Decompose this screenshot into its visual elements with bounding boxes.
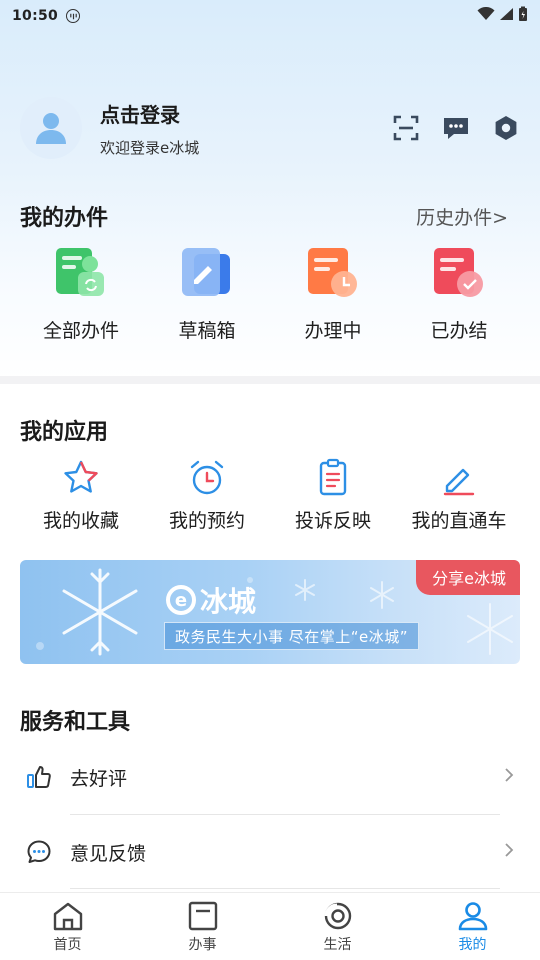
- nav-label: 我的: [458, 937, 487, 953]
- list-divider: [70, 888, 500, 889]
- favorites-button[interactable]: 我的收藏: [18, 458, 144, 533]
- login-prompt[interactable]: 点击登录 欢迎登录e冰城: [100, 99, 199, 158]
- in-progress-icon: [308, 248, 357, 297]
- battery-icon: [518, 6, 528, 26]
- completed-button[interactable]: 已办结: [396, 246, 522, 343]
- banner-brand-e: e: [166, 585, 196, 615]
- chevron-right-icon: [504, 842, 514, 863]
- status-bar: 10:50: [0, 0, 540, 32]
- grid-item-label: 全部办件: [42, 320, 119, 342]
- wifi-icon: [477, 6, 495, 25]
- login-subtitle: 欢迎登录e冰城: [100, 138, 200, 157]
- chevron-right-icon: [504, 767, 514, 788]
- my-cases-grid: 全部办件 草稿箱 办理中 已办结: [0, 246, 540, 343]
- life-icon: [324, 902, 351, 930]
- section-divider: [0, 376, 540, 384]
- profile-header: 点击登录 欢迎登录e冰城: [20, 96, 520, 160]
- rate-us-label: 去好评: [70, 767, 128, 790]
- nav-label: 办事: [188, 937, 217, 953]
- promo-banner[interactable]: e 冰城 政务民生大小事 尽在掌上“e冰城” 分享e冰城: [20, 560, 520, 664]
- in-progress-button[interactable]: 办理中: [270, 246, 396, 343]
- feedback-row[interactable]: 意见反馈: [0, 815, 540, 889]
- nav-home[interactable]: 首页: [0, 893, 135, 960]
- my-cases-title: 我的办件: [20, 206, 109, 231]
- login-title[interactable]: 点击登录: [100, 99, 199, 128]
- my-apps-grid: 我的收藏 我的预约 投诉反映 我的直通车: [0, 458, 540, 533]
- user-avatar-icon: [36, 113, 66, 144]
- nav-label: 生活: [323, 937, 352, 953]
- drafts-button[interactable]: 草稿箱: [144, 246, 270, 343]
- nav-label: 首页: [53, 937, 82, 953]
- nav-mine[interactable]: 我的: [405, 893, 540, 960]
- banner-slogan: 政务民生大小事 尽在掌上“e冰城”: [164, 622, 420, 650]
- notification-icon: [66, 9, 81, 23]
- banner-brand: e 冰城: [166, 580, 256, 620]
- star-icon: [64, 460, 98, 493]
- user-icon: [458, 902, 487, 931]
- status-time: 10:50: [12, 8, 59, 24]
- rate-us-row[interactable]: 去好评: [0, 740, 540, 814]
- nav-services[interactable]: 办事: [135, 893, 270, 960]
- message-icon[interactable]: [442, 114, 470, 142]
- grid-item-label: 投诉反映: [294, 510, 371, 532]
- thumbs-up-icon: [26, 764, 52, 790]
- all-cases-icon: [56, 248, 104, 296]
- nav-life[interactable]: 生活: [270, 893, 405, 960]
- appointments-button[interactable]: 我的预约: [144, 458, 270, 533]
- my-apps-title: 我的应用: [20, 420, 109, 445]
- edit-icon: [443, 468, 475, 496]
- scan-icon[interactable]: [392, 114, 420, 142]
- grid-item-label: 我的收藏: [42, 510, 119, 532]
- signal-icon: [499, 7, 514, 25]
- complaints-button[interactable]: 投诉反映: [270, 458, 396, 533]
- grid-item-label: 我的直通车: [411, 510, 507, 532]
- avatar[interactable]: [20, 97, 82, 159]
- chat-bubble-icon: [26, 839, 52, 865]
- grid-item-label: 我的预约: [168, 510, 245, 532]
- feedback-label: 意见反馈: [70, 842, 147, 865]
- all-cases-button[interactable]: 全部办件: [18, 246, 144, 343]
- grid-item-label: 已办结: [430, 320, 488, 342]
- banner-brand-text: 冰城: [200, 585, 257, 618]
- services-title: 服务和工具: [20, 710, 131, 735]
- document-icon: [188, 901, 217, 931]
- history-cases-link[interactable]: 历史办件>: [416, 203, 508, 230]
- completed-icon: [434, 248, 483, 297]
- drafts-icon: [182, 248, 230, 296]
- express-button[interactable]: 我的直通车: [396, 458, 522, 533]
- alarm-clock-icon: [190, 460, 224, 495]
- home-icon: [53, 902, 82, 931]
- grid-item-label: 草稿箱: [178, 320, 236, 342]
- clipboard-icon: [319, 458, 347, 496]
- grid-item-label: 办理中: [304, 320, 362, 342]
- share-tag-button[interactable]: 分享e冰城: [416, 560, 520, 595]
- bottom-nav: 首页 办事 生活 我的: [0, 892, 540, 960]
- settings-icon[interactable]: [492, 114, 520, 142]
